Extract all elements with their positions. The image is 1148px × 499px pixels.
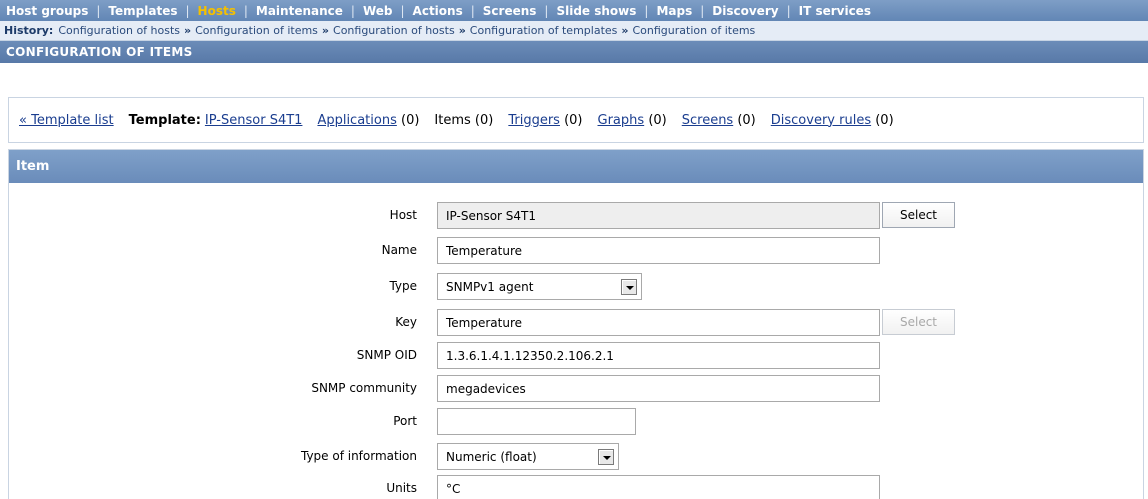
snmp-oid-label: SNMP OID (356, 348, 417, 362)
history-crumb[interactable]: Configuration of hosts (333, 24, 455, 37)
applications-link[interactable]: Applications (317, 113, 396, 128)
nav-separator: | (644, 3, 649, 18)
type-of-information-label: Type of information (300, 449, 417, 463)
key-select-button: Select (882, 309, 955, 335)
nav-separator: | (786, 3, 791, 18)
nav-templates[interactable]: Templates (108, 4, 177, 18)
discovery-rules-count: (0) (875, 112, 894, 128)
nav-slide-shows[interactable]: Slide shows (556, 4, 636, 18)
nav-discovery[interactable]: Discovery (712, 4, 778, 18)
nav-separator: | (350, 3, 355, 18)
form-row-snmp-community: SNMP community megadevices (9, 375, 1145, 402)
tab-screens[interactable]: Screens (0) (682, 113, 756, 128)
nav-separator: | (400, 3, 405, 18)
units-label: Units (386, 481, 417, 495)
units-input[interactable]: °C (437, 475, 880, 499)
history-arrow: » (621, 24, 629, 37)
form-row-type: Type SNMPv1 agent (9, 273, 1145, 300)
host-label: Host (389, 208, 417, 222)
type-label: Type (389, 279, 417, 293)
host-field: IP-Sensor S4T1 (437, 202, 880, 229)
nav-separator: | (700, 3, 705, 18)
tab-applications[interactable]: Applications (0) (317, 113, 419, 128)
key-label: Key (395, 315, 417, 329)
tab-discovery-rules[interactable]: Discovery rules (0) (771, 113, 894, 128)
form-row-name: Name Temperature (9, 237, 1145, 264)
type-select-value: SNMPv1 agent (446, 280, 534, 294)
port-input[interactable] (437, 408, 636, 435)
nav-host-groups[interactable]: Host groups (6, 4, 88, 18)
history-arrow: » (184, 24, 192, 37)
form-row-units: Units °C (9, 475, 1145, 499)
triggers-count: (0) (564, 112, 583, 128)
nav-screens[interactable]: Screens (483, 4, 537, 18)
name-input[interactable]: Temperature (437, 237, 880, 264)
port-label: Port (393, 414, 417, 428)
nav-separator: | (470, 3, 475, 18)
template-list-link[interactable]: « Template list (19, 113, 114, 128)
nav-separator: | (96, 3, 101, 18)
history-crumb[interactable]: Configuration of templates (470, 24, 618, 37)
nav-maintenance[interactable]: Maintenance (256, 4, 343, 18)
nav-maps[interactable]: Maps (656, 4, 692, 18)
history-title: History: (4, 24, 54, 37)
type-of-information-value: Numeric (float) (446, 450, 537, 464)
graphs-count: (0) (648, 112, 667, 128)
graphs-link[interactable]: Graphs (598, 113, 645, 128)
nav-actions[interactable]: Actions (413, 4, 463, 18)
snmp-community-label: SNMP community (311, 381, 417, 395)
snmp-community-input[interactable]: megadevices (437, 375, 880, 402)
tab-items: Items (0) (434, 112, 494, 128)
nav-separator: | (243, 3, 248, 18)
panel-title: Item (9, 150, 1143, 183)
key-input[interactable]: Temperature (437, 309, 880, 336)
template-tab-bar: « Template list Template: IP-Sensor S4T1… (8, 97, 1144, 143)
type-of-information-select[interactable]: Numeric (float) (437, 443, 619, 470)
triggers-link[interactable]: Triggers (508, 113, 560, 128)
template-name-link[interactable]: IP-Sensor S4T1 (205, 113, 303, 128)
page-title: CONFIGURATION OF ITEMS (0, 41, 1148, 63)
history-crumb[interactable]: Configuration of items (195, 24, 318, 37)
host-select-button[interactable]: Select (882, 202, 955, 228)
form-row-host: Host IP-Sensor S4T1 Select (9, 202, 1145, 229)
form-row-type-of-information: Type of information Numeric (float) (9, 443, 1145, 470)
form-row-port: Port (9, 408, 1145, 435)
chevron-down-icon[interactable] (598, 449, 614, 465)
snmp-oid-input[interactable]: 1.3.6.1.4.1.12350.2.106.2.1 (437, 342, 880, 369)
form-row-snmp-oid: SNMP OID 1.3.6.1.4.1.12350.2.106.2.1 (9, 342, 1145, 369)
tab-triggers[interactable]: Triggers (0) (508, 113, 582, 128)
nav-separator: | (185, 3, 190, 18)
history-arrow: » (321, 24, 330, 37)
form-row-key: Key Temperature Select (9, 309, 1145, 336)
screens-count: (0) (737, 112, 756, 128)
top-navigation: Host groups | Templates | Hosts | Mainte… (0, 0, 1148, 21)
discovery-rules-link[interactable]: Discovery rules (771, 113, 871, 128)
nav-it-services[interactable]: IT services (799, 4, 871, 18)
nav-web[interactable]: Web (363, 4, 393, 18)
history-crumb[interactable]: Configuration of items (633, 24, 756, 37)
type-select[interactable]: SNMPv1 agent (437, 273, 642, 300)
applications-count: (0) (401, 112, 420, 128)
nav-hosts[interactable]: Hosts (198, 4, 236, 18)
history-breadcrumb: History: Configuration of hosts » Config… (0, 21, 1148, 41)
name-label: Name (381, 243, 417, 257)
nav-separator: | (544, 3, 549, 18)
history-arrow: » (458, 24, 466, 37)
template-label: Template: (128, 112, 201, 128)
tab-graphs[interactable]: Graphs (0) (598, 113, 667, 128)
history-crumb[interactable]: Configuration of hosts (58, 24, 180, 37)
screens-link[interactable]: Screens (682, 113, 733, 128)
item-form-panel: Item Host IP-Sensor S4T1 Select Name Tem… (8, 149, 1144, 499)
chevron-down-icon[interactable] (621, 279, 637, 295)
